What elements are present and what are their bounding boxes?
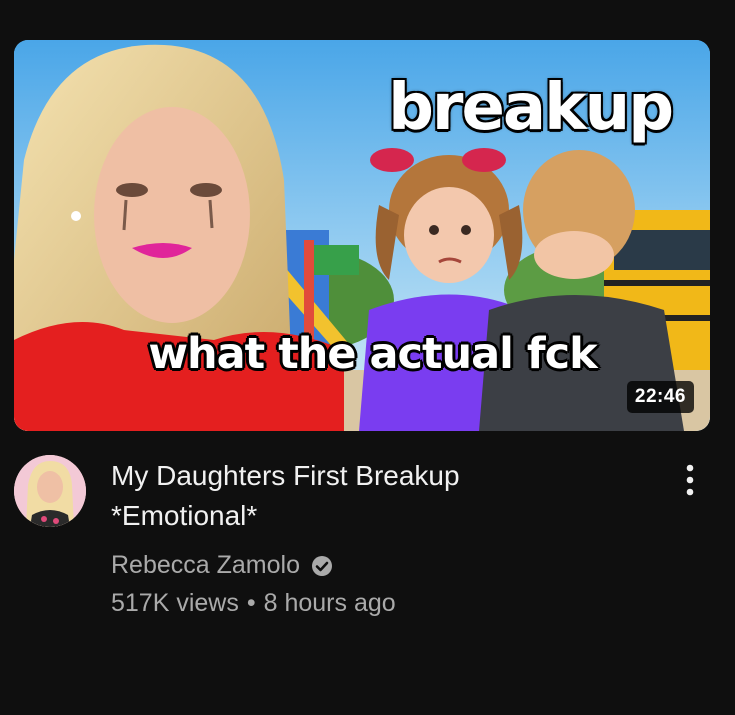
view-count: 517K views — [111, 589, 239, 617]
duration-badge: 22:46 — [626, 381, 694, 413]
video-thumbnail[interactable]: breakup 22:46 — [14, 40, 710, 431]
channel-avatar[interactable] — [14, 455, 86, 527]
stats-separator: • — [246, 589, 256, 617]
avatar-image — [14, 455, 86, 527]
upload-age: 8 hours ago — [263, 589, 396, 617]
check-circle-icon — [310, 553, 334, 577]
video-title-line-1: My Daughters First Breakup — [111, 460, 460, 491]
kebab-menu-icon[interactable] — [678, 462, 702, 502]
video-meta: My Daughters First Breakup *Emotional* R… — [111, 456, 651, 620]
channel-row: Rebecca Zamolo — [111, 548, 651, 582]
video-title-line-2: *Emotional* — [111, 500, 258, 531]
channel-name[interactable]: Rebecca Zamolo — [111, 548, 300, 582]
thumbnail-overlay-title: breakup — [388, 71, 674, 145]
video-title[interactable]: My Daughters First Breakup *Emotional* — [111, 456, 651, 536]
video-stats: 517K views • 8 hours ago — [111, 586, 651, 620]
